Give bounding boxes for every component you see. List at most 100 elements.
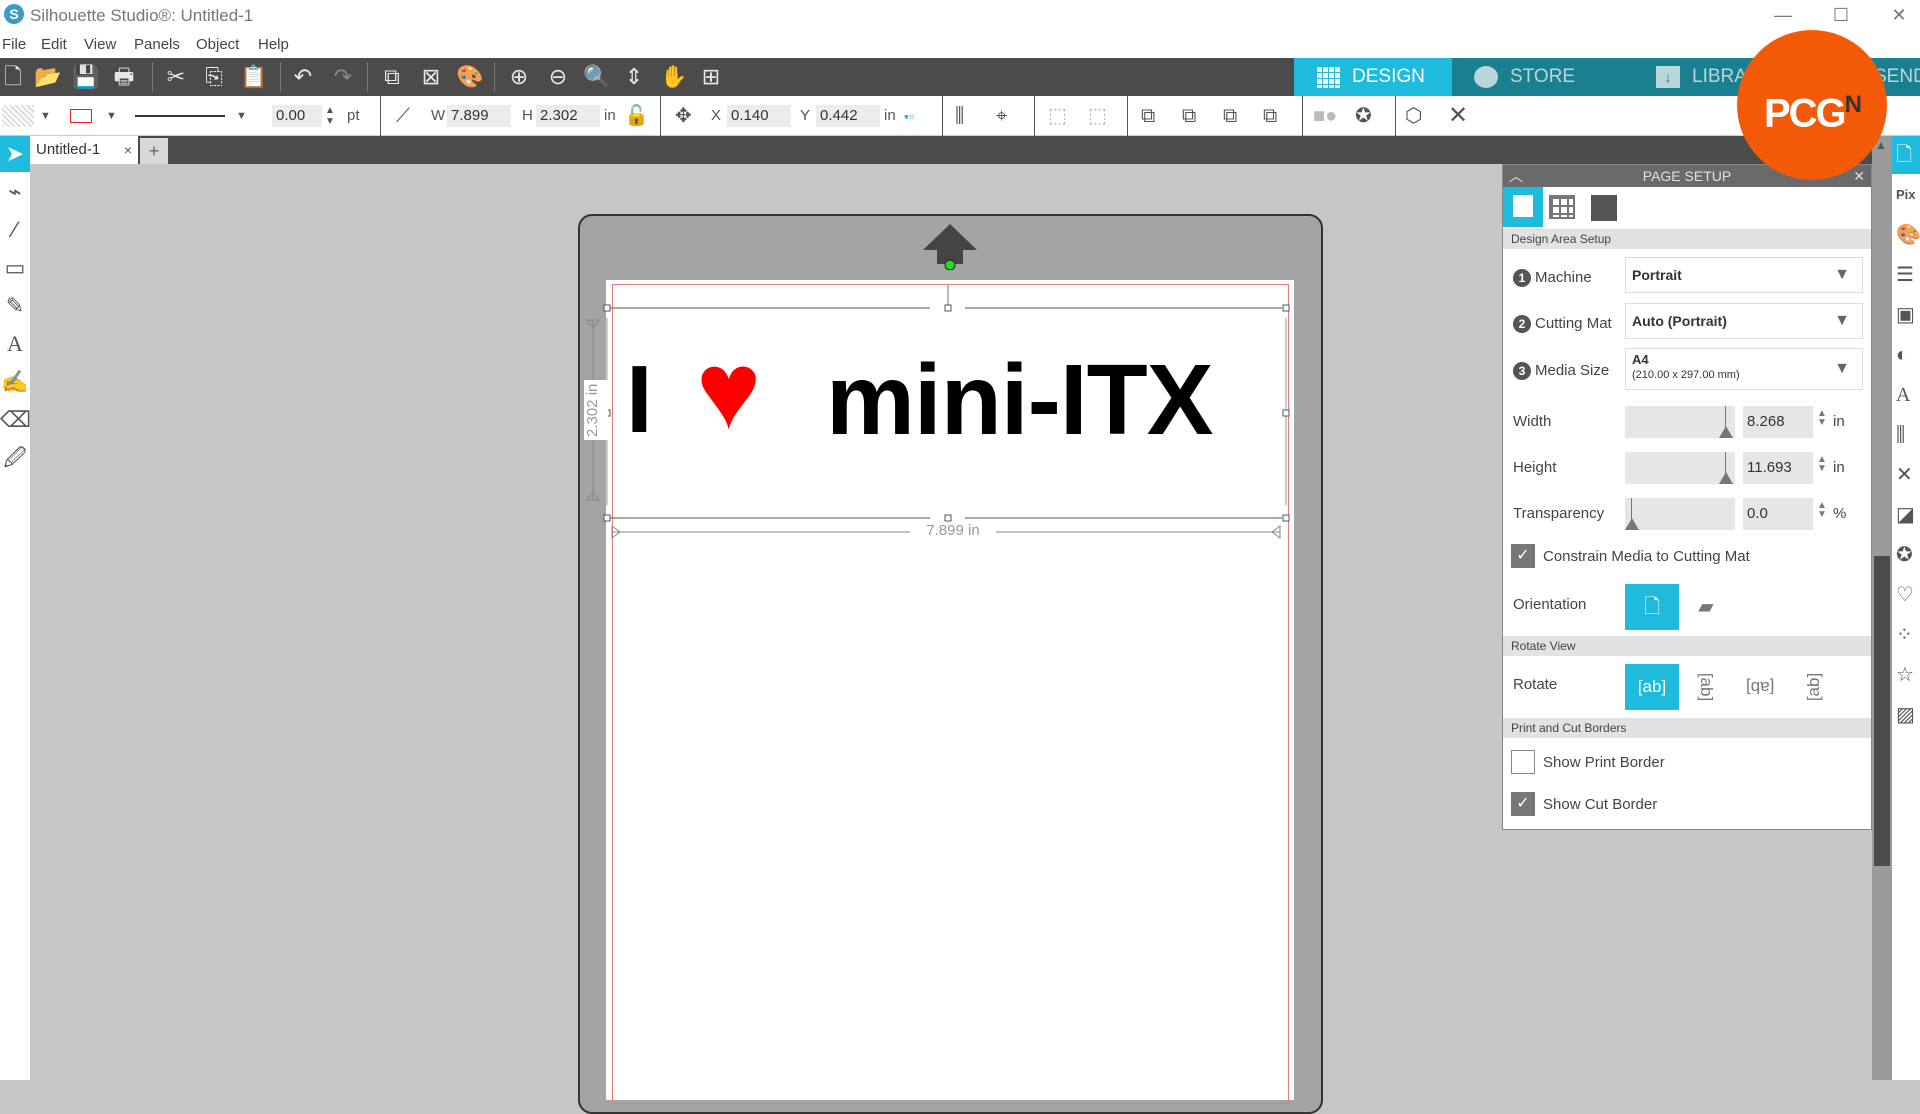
transform-icon[interactable]: ✕ xyxy=(1892,456,1920,494)
machine-dropdown[interactable]: Portrait ▼ xyxy=(1625,257,1863,293)
select-tool-icon[interactable]: ➤ xyxy=(0,136,30,172)
bring-to-front-icon[interactable]: ⧉ xyxy=(1141,105,1155,127)
align-panel-icon[interactable]: ⫼ xyxy=(1892,416,1920,454)
width-spinner[interactable]: ▲ ▼ xyxy=(1817,409,1827,428)
menu-help[interactable]: Help xyxy=(258,36,289,53)
offset-star-icon[interactable]: ✪ xyxy=(1355,105,1372,127)
redo-icon[interactable]: ↷ xyxy=(330,65,356,89)
design-text-mini-itx[interactable]: mini-ITX xyxy=(826,350,1213,450)
bring-forward-icon[interactable]: ⧉ xyxy=(1223,105,1237,127)
close-window-button[interactable]: ✕ xyxy=(1876,2,1920,28)
replicate-icon[interactable]: ⁘ xyxy=(1892,616,1920,654)
maximize-button[interactable]: ☐ xyxy=(1818,2,1864,28)
zoom-in-icon[interactable]: ⊕ xyxy=(506,65,532,89)
hand-icon[interactable]: ✋ xyxy=(660,65,687,89)
landscape-orientation-button[interactable]: ▰ xyxy=(1679,584,1733,630)
send-to-back-icon[interactable]: ⧉ xyxy=(1182,105,1196,127)
fill-dropdown-icon[interactable]: ▼ xyxy=(40,105,51,127)
show-cut-border-checkbox[interactable]: ✓ xyxy=(1511,792,1535,816)
cutting-mat-dropdown[interactable]: Auto (Portrait) ▼ xyxy=(1625,303,1863,339)
x-input[interactable]: 0.140 xyxy=(727,105,791,127)
line-color-dropdown-icon[interactable]: ▼ xyxy=(106,105,117,127)
fill-pattern-icon[interactable]: ▣ xyxy=(1892,296,1920,334)
tab-design[interactable]: DESIGN xyxy=(1294,58,1452,96)
add-tab-button[interactable]: + xyxy=(140,138,168,164)
height-slider[interactable] xyxy=(1625,452,1735,484)
pixscan-icon[interactable]: Pix xyxy=(1892,176,1920,214)
star-shape-icon[interactable]: ☆ xyxy=(1892,656,1920,694)
height-input[interactable]: 2.302 xyxy=(536,105,600,127)
fit-to-page-icon[interactable]: ⊞ xyxy=(698,65,724,89)
fill-palette-icon[interactable]: 🎨 xyxy=(1892,216,1920,254)
menu-object[interactable]: Object xyxy=(196,36,239,53)
menu-panels[interactable]: Panels xyxy=(134,36,180,53)
tab-registration-marks-icon[interactable] xyxy=(1591,195,1617,221)
sketch-tool-icon[interactable]: ✍ xyxy=(0,364,30,400)
collapse-panel-icon[interactable]: ︿ xyxy=(1509,165,1523,187)
rotate-270-button[interactable]: [ab] xyxy=(1787,664,1841,710)
height-input[interactable]: 11.693 xyxy=(1743,452,1813,484)
rotate-90-button[interactable]: [ab] xyxy=(1679,664,1733,710)
pan-arrows-icon[interactable]: ⇕ xyxy=(621,65,647,89)
close-panel-icon[interactable]: ✕ xyxy=(1853,165,1865,187)
paste-icon[interactable]: 📋 xyxy=(240,65,267,89)
point-edit-tool-icon[interactable]: ⌁ xyxy=(0,174,30,210)
move-icon[interactable]: ✥ xyxy=(675,105,692,127)
text-style-icon[interactable]: A xyxy=(1892,376,1920,414)
page-setup-panel-icon[interactable]: 🗋 xyxy=(1892,136,1920,174)
offset-icon[interactable]: ✪ xyxy=(1892,536,1920,574)
rectangle-tool-icon[interactable]: ▭ xyxy=(0,250,30,286)
reference-point-icon[interactable]: ▪▫ xyxy=(904,105,914,127)
print-icon[interactable]: 🖶 xyxy=(111,65,137,89)
align-icon[interactable]: ⫼ xyxy=(955,105,964,127)
new-file-icon[interactable]: 🗋 xyxy=(0,65,26,89)
trace-icon[interactable]: ♡ xyxy=(1892,576,1920,614)
width-input[interactable]: 8.268 xyxy=(1743,406,1813,438)
zoom-select-icon[interactable]: 🔍 xyxy=(583,65,610,89)
scrollbar-thumb[interactable] xyxy=(1874,556,1890,866)
knife-tool-icon[interactable]: 🖉 xyxy=(0,440,30,476)
fill-pattern-swatch[interactable] xyxy=(2,105,34,127)
line-style-icon[interactable]: ☰ xyxy=(1892,256,1920,294)
eraser-tool-icon[interactable]: ⌫ xyxy=(0,402,31,438)
zoom-out-icon[interactable]: ⊖ xyxy=(545,65,571,89)
rotate-0-button[interactable]: [ab] xyxy=(1625,664,1679,710)
y-input[interactable]: 0.442 xyxy=(816,105,880,127)
open-folder-icon[interactable]: 📂 xyxy=(34,65,61,89)
line-width-input[interactable]: 0.00 xyxy=(272,105,322,127)
transparency-icon[interactable]: ◐ xyxy=(1892,336,1920,374)
document-tab[interactable]: Untitled-1 × xyxy=(30,136,138,164)
ungroup-icon[interactable]: ⬚ xyxy=(1088,105,1107,127)
line-color-swatch[interactable] xyxy=(70,109,92,123)
text-tool-icon[interactable]: A xyxy=(0,326,30,362)
menu-view[interactable]: View xyxy=(84,36,116,53)
tab-store[interactable]: STORE xyxy=(1452,58,1634,96)
cut-icon[interactable]: ✂ xyxy=(163,65,189,89)
pencil-tool-icon[interactable]: ✎ xyxy=(0,288,30,324)
deselect-icon[interactable]: ⊠ xyxy=(418,65,444,89)
undo-icon[interactable]: ↶ xyxy=(290,65,316,89)
portrait-orientation-button[interactable]: 🗋 xyxy=(1625,584,1679,630)
center-page-icon[interactable]: ⌖ xyxy=(996,105,1007,127)
menu-file[interactable]: File xyxy=(2,36,26,53)
transparency-input[interactable]: 0.0 xyxy=(1743,498,1813,530)
line-width-spinner[interactable]: ▲ ▼ xyxy=(325,105,335,127)
tab-grid-icon[interactable] xyxy=(1549,195,1575,219)
copy-icon[interactable]: ⎘ xyxy=(201,65,227,89)
select-by-color-icon[interactable]: 🎨 xyxy=(456,65,483,89)
media-size-dropdown[interactable]: A4 (210.00 x 297.00 mm) ▼ xyxy=(1625,348,1863,390)
constrain-media-checkbox[interactable]: ✓ xyxy=(1511,544,1535,568)
heart-shape[interactable]: ♥ xyxy=(696,336,761,446)
modify-icon[interactable]: ◪ xyxy=(1892,496,1920,534)
minimize-button[interactable]: — xyxy=(1760,2,1806,28)
tab-page-setup[interactable] xyxy=(1503,187,1543,227)
group-icon[interactable]: ⬚ xyxy=(1048,105,1067,127)
transparency-slider[interactable] xyxy=(1625,498,1735,530)
width-input[interactable]: 7.899 xyxy=(447,105,511,127)
rotate-180-button[interactable]: [ab] xyxy=(1733,664,1787,710)
sketch-fill-icon[interactable]: ▨ xyxy=(1892,696,1920,734)
send-backward-icon[interactable]: ⧉ xyxy=(1263,105,1277,127)
width-slider[interactable] xyxy=(1625,406,1735,438)
line-style-preview[interactable] xyxy=(135,115,225,117)
lock-aspect-icon[interactable]: 🔓 xyxy=(624,105,649,127)
